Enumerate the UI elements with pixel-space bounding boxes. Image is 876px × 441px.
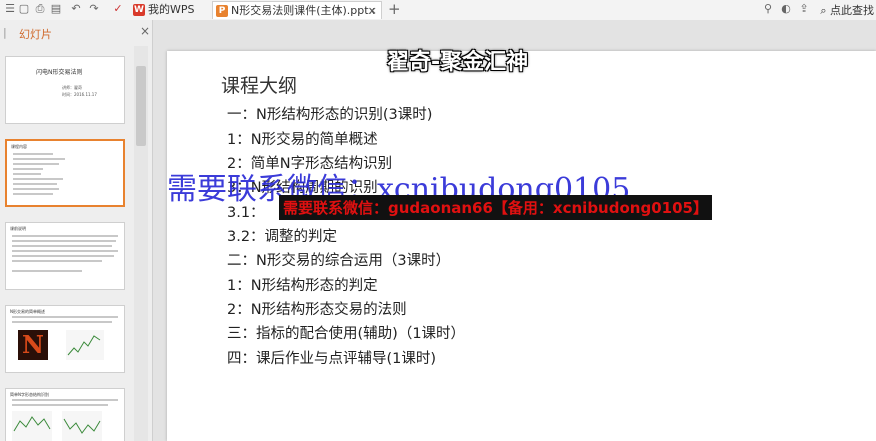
outline-item[interactable]: 1：N形结构形态的判定 — [227, 274, 378, 295]
watermark-red-text: 需要联系微信：gudaonan66【备用：xcnibudong0105】 — [279, 195, 712, 220]
new-file-icon[interactable]: ▢ — [18, 3, 30, 15]
skin-icon[interactable]: ◐ — [780, 3, 792, 15]
outline-item[interactable]: 二：N形交易的综合运用（3课时） — [227, 249, 450, 270]
pin-icon[interactable]: ⚲ — [762, 3, 774, 15]
slide-canvas[interactable]: 课程大纲 一：N形结构形态的识别(3课时) 1：N形交易的简单概述 2：简单N字… — [167, 51, 876, 441]
chart-thumbnail-image — [62, 411, 102, 441]
slide-thumbnail-selected[interactable]: 课程内容 — [5, 139, 125, 207]
n-logo-image: N — [18, 330, 48, 360]
close-tab-icon[interactable]: × — [368, 2, 377, 20]
close-panel-icon[interactable]: × — [140, 24, 150, 38]
chart-thumbnail-image — [66, 330, 104, 360]
slide-thumbnail[interactable]: 简单N字形态结构识别 — [5, 388, 125, 441]
menu-icon[interactable]: ☰ — [4, 3, 16, 15]
export-icon[interactable]: ▤ — [50, 3, 62, 15]
format-painter-icon[interactable]: ✓ — [112, 3, 124, 15]
slide-thumbnail[interactable]: 闪电N形交易法则 讲师：翟奇 时间：2016.11.17 — [5, 56, 125, 124]
outline-item[interactable]: 一：N形结构形态的识别(3课时) — [227, 103, 432, 124]
outline-item[interactable]: 1：N形交易的简单概述 — [227, 128, 378, 149]
thumbnail-list: 闪电N形交易法则 讲师：翟奇 时间：2016.11.17 课程内容 课前说明 N… — [0, 46, 134, 441]
new-tab-icon[interactable]: + — [388, 2, 401, 17]
banner-overlay-text: 翟奇-聚金汇神 — [387, 50, 529, 75]
wps-logo-icon: W — [133, 4, 145, 16]
redo-icon[interactable]: ↷ — [88, 3, 100, 15]
slides-panel: | 幻灯片 × 闪电N形交易法则 讲师：翟奇 时间：2016.11.17 课程内… — [0, 20, 153, 441]
outline-item[interactable]: 三：指标的配合使用(辅助)（1课时） — [227, 322, 465, 343]
search-icon: ⌕ — [820, 4, 827, 17]
slide-thumbnail[interactable]: N形交易的简单概述 N — [5, 305, 125, 373]
undo-icon[interactable]: ↶ — [70, 3, 82, 15]
outline-item[interactable]: 2：N形结构形态交易的法则 — [227, 298, 407, 319]
presentation-file-icon: P — [216, 5, 228, 17]
outline-item[interactable]: 四：课后作业与点评辅导(1课时) — [227, 347, 436, 368]
print-icon[interactable]: ⎙ — [34, 3, 46, 15]
scrollbar-thumb[interactable] — [136, 66, 146, 146]
share-icon[interactable]: ⇪ — [798, 3, 810, 15]
tab-presentation[interactable]: P N形交易法则课件(主体).pptx × — [212, 1, 382, 19]
thumbnail-scrollbar[interactable] — [134, 46, 148, 441]
panel-title[interactable]: 幻灯片 — [19, 26, 52, 42]
slide-heading[interactable]: 课程大纲 — [221, 71, 297, 98]
slide-editor-area: 课程大纲 一：N形结构形态的识别(3课时) 1：N形交易的简单概述 2：简单N字… — [153, 20, 876, 441]
collapse-panel-icon[interactable]: | — [3, 26, 7, 39]
chart-thumbnail-image — [12, 411, 52, 441]
search-box[interactable]: ⌕ 点此查找 — [820, 2, 874, 18]
slide-thumbnail[interactable]: 课前说明 — [5, 222, 125, 290]
outline-item[interactable]: 3.2：调整的判定 — [227, 225, 337, 246]
title-bar: ☰ ▢ ⎙ ▤ ↶ ↷ ✓ W 我的WPS P N形交易法则课件(主体).ppt… — [0, 0, 876, 21]
tab-my-wps[interactable]: W 我的WPS — [130, 1, 206, 19]
